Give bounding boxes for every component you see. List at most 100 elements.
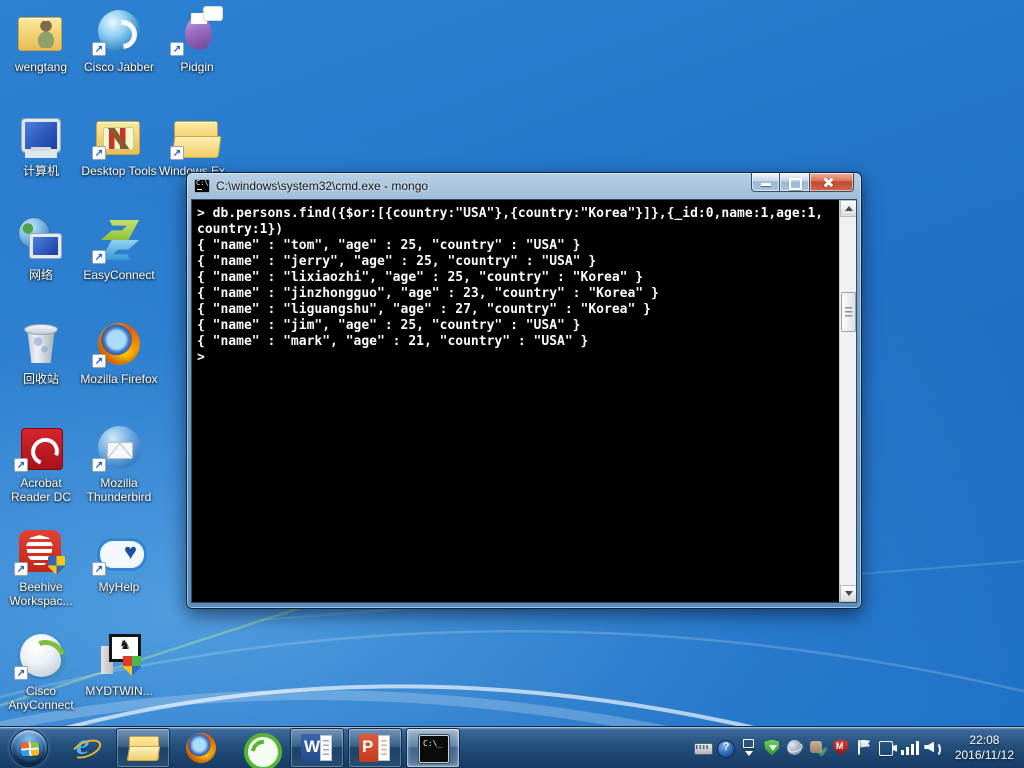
shortcut-arrow-icon [92,146,106,160]
desktop-icon[interactable]: Mozilla Thunderbird [80,422,158,526]
cmd-titlebar[interactable]: C:\windows\system32\cmd.exe - mongo [187,173,861,199]
taskbar-buttons [56,727,462,768]
tray-icon[interactable] [762,738,782,758]
terminal-line: { "name" : "lixiaozhi", "age" : 25, "cou… [197,270,837,286]
desktop-icon-glyph-wrap [171,110,223,162]
tray-icon[interactable] [785,738,805,758]
terminal-line: { "name" : "tom", "age" : 25, "country" … [197,238,837,254]
desktop-icon[interactable]: EasyConnect [80,214,158,318]
system-tray: 22:08 2016/11/12 [692,727,1024,768]
scrollbar-thumb[interactable] [841,292,856,332]
minimize-button[interactable] [751,173,780,192]
taskbar-app-icon [127,732,159,764]
desktop-icon-label: Mozilla Thunderbird [80,476,158,504]
desktop-icon-label: 计算机 [23,164,59,178]
doc-page-decoration [378,735,390,761]
window-title: C:\windows\system32\cmd.exe - mongo [216,179,428,193]
terminal-line: { "name" : "jim", "age" : 25, "country" … [197,318,837,334]
desktop-icon-glyph-wrap [93,422,145,474]
desktop-icon[interactable]: Pidgin [158,6,236,110]
app-icon [17,320,65,368]
desktop: wengtang 计算机 网络 [0,0,1024,768]
taskbar-button[interactable] [116,728,170,768]
app-icon [17,216,65,264]
desktop-icon[interactable]: MYDTWIN... [80,630,158,734]
start-button[interactable] [10,729,48,767]
desktop-icon[interactable]: Cisco AnyConnect [2,630,80,734]
cmd-prompt-icon [194,179,210,193]
scroll-down-arrow-icon[interactable] [840,585,857,602]
desktop-icon[interactable]: 网络 [2,214,80,318]
taskbar-button[interactable] [290,728,344,768]
desktop-icon-label: Cisco Jabber [84,60,154,74]
terminal-line: { "name" : "mark", "age" : 21, "country"… [197,334,837,350]
desktop-icon[interactable]: MyHelp [80,526,158,630]
desktop-icon-glyph-wrap [15,110,67,162]
desktop-icon-glyph-wrap [93,214,145,266]
taskbar-app-icon [301,732,333,764]
terminal-line: country:1}) [197,222,837,238]
desktop-icon-label: Mozilla Firefox [80,372,157,386]
tray-icon[interactable] [739,738,759,758]
shortcut-arrow-icon [170,42,184,56]
desktop-icon[interactable]: Mozilla Firefox [80,318,158,422]
tray-icon[interactable] [808,738,828,758]
app-icon [17,8,65,56]
desktop-icon-glyph-wrap [15,214,67,266]
shortcut-arrow-icon [14,666,28,680]
desktop-icon-glyph-wrap [93,318,145,370]
shortcut-arrow-icon [92,250,106,264]
maximize-button[interactable] [780,173,809,192]
terminal-line: { "name" : "liguangshu", "age" : 27, "co… [197,302,837,318]
console-scrollbar[interactable] [839,200,856,602]
desktop-icon[interactable]: Cisco Jabber [80,6,158,110]
desktop-icon-label: Beehive Workspac... [2,580,80,608]
desktop-icon-label: Cisco AnyConnect [2,684,80,712]
taskbar-button[interactable] [58,728,112,768]
tray-icon[interactable] [854,738,874,758]
doc-page-decoration [320,735,332,761]
desktop-icon-label: MyHelp [99,580,140,594]
desktop-icon[interactable]: Desktop Tools [80,110,158,214]
desktop-icon[interactable]: Acrobat Reader DC [2,422,80,526]
desktop-icon-glyph-wrap [93,110,145,162]
desktop-icon-label: Desktop Tools [81,164,156,178]
app-icon [17,112,65,160]
taskbar-clock[interactable]: 22:08 2016/11/12 [955,733,1014,763]
terminal-line: { "name" : "jerry", "age" : 25, "country… [197,254,837,270]
shortcut-arrow-icon [92,562,106,576]
taskbar-button[interactable] [174,728,228,768]
tray-icon[interactable] [877,738,897,758]
tray-icon[interactable] [923,738,943,758]
taskbar-button[interactable] [232,728,286,768]
taskbar-button[interactable] [348,728,402,768]
tray-icon[interactable] [716,738,736,758]
desktop-icon-glyph-wrap [15,422,67,474]
tray-icon[interactable] [693,738,713,758]
console[interactable]: > db.persons.find({$or:[{country:"USA"},… [191,199,857,603]
terminal-line: > [197,350,837,366]
desktop-icon[interactable]: wengtang [2,6,80,110]
desktop-icon[interactable]: 回收站 [2,318,80,422]
clock-date: 2016/11/12 [955,748,1014,763]
tray-icons [692,738,945,758]
desktop-icon-label: Acrobat Reader DC [2,476,80,504]
desktop-icon-glyph-wrap [171,6,223,58]
desktop-icon-glyph-wrap [15,526,67,578]
desktop-icon[interactable]: 计算机 [2,110,80,214]
clock-time: 22:08 [955,733,1014,748]
tray-icon[interactable] [900,738,920,758]
desktop-icon-label: EasyConnect [83,268,154,282]
desktop-icon-glyph-wrap [93,630,145,682]
taskbar: 22:08 2016/11/12 [0,726,1024,768]
shortcut-arrow-icon [170,146,184,160]
desktop-icon[interactable]: Beehive Workspac... [2,526,80,630]
taskbar-app-icon [69,732,101,764]
close-button[interactable] [809,173,854,192]
tray-icon[interactable] [831,738,851,758]
desktop-icon-glyph-wrap [93,526,145,578]
scroll-up-arrow-icon[interactable] [840,200,857,217]
shortcut-arrow-icon [14,458,28,472]
window-controls [751,173,854,192]
taskbar-button[interactable] [406,728,460,768]
